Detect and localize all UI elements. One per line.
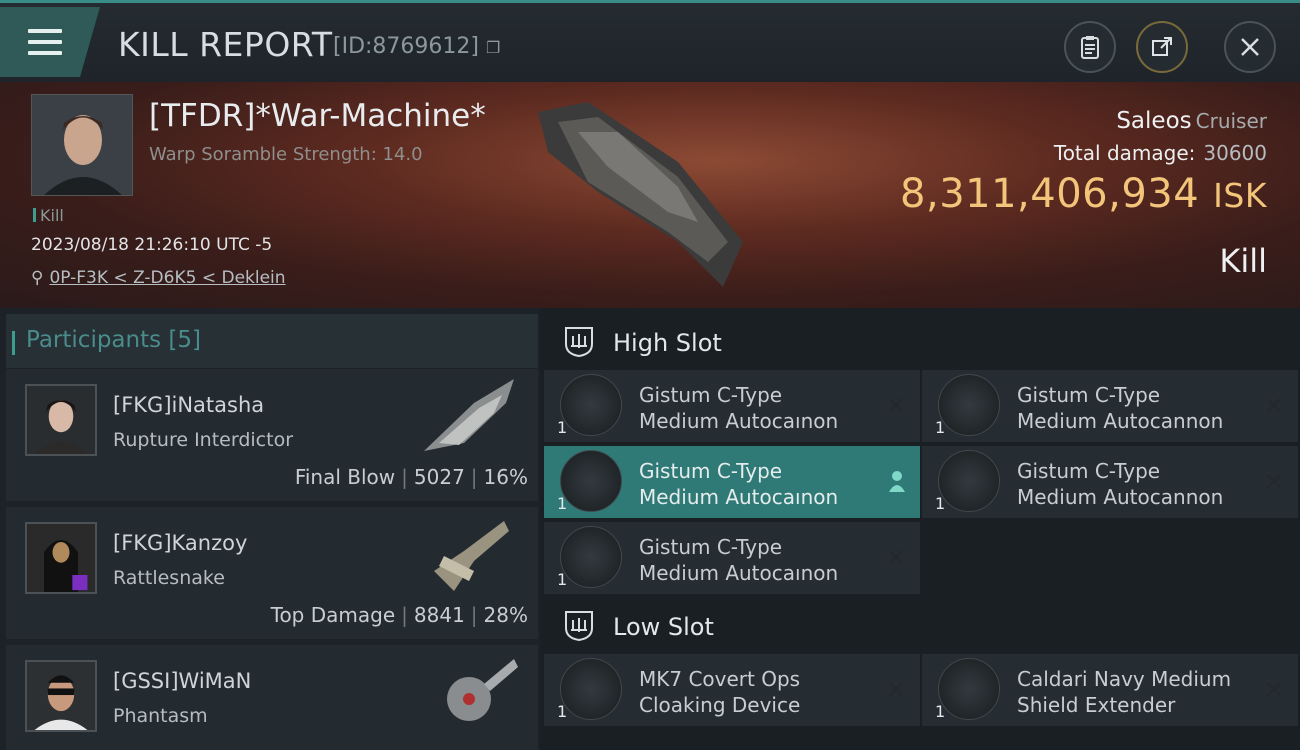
module-item[interactable]: 1 Gistum C-Type Medium Autocaınon ✕: [544, 522, 920, 594]
module-item[interactable]: 1 Gistum C-Type Medium Autocannon ✕: [922, 446, 1298, 518]
location-pin-icon: ⚲: [31, 268, 44, 288]
destroyed-icon: ✕: [1263, 392, 1284, 420]
participant-ship-image: [424, 379, 514, 451]
cloaking-device-icon: [560, 658, 622, 720]
kill-location[interactable]: ⚲ 0P-F3K < Z-D6K5 < Deklein: [31, 268, 286, 288]
high-slot-header: High Slot: [544, 312, 1300, 370]
module-item[interactable]: 1 Gistum C-Type Medium Autocannon ✕: [922, 370, 1298, 442]
autocannon-icon: [938, 374, 1000, 436]
destroyed-icon: ✕: [885, 392, 906, 420]
module-quantity: 1: [935, 494, 946, 513]
module-quantity: 1: [557, 494, 568, 513]
isk-value: 8,311,406,934 ISK: [900, 171, 1267, 217]
share-button[interactable]: [1136, 21, 1188, 73]
module-quantity: 1: [557, 702, 568, 721]
autocannon-icon: [560, 526, 622, 588]
participant-stats: Final Blow | 5027 | 16%: [294, 465, 528, 489]
module-item[interactable]: 1 Caldari Navy Medium Shield Extender ✕: [922, 654, 1298, 726]
victim-name[interactable]: [TFDR]*War-Machine*: [149, 98, 486, 134]
victim-ship-image: [538, 102, 743, 287]
autocannon-icon: [560, 450, 622, 512]
participant-stats: Top Damage | 8841 | 28%: [270, 603, 528, 627]
participant-row[interactable]: [FKG]Kanzoy Rattlesnake Top Damage | 8841 |…: [6, 507, 538, 639]
participants-panel: Participants [5] [FKG]iNatasha Rupture I…: [0, 308, 540, 750]
clipboard-icon: [1081, 36, 1099, 59]
total-damage: Total damage: 30600: [1053, 141, 1267, 165]
header-bar: KILL REPORT [ID:8769612] ❐: [0, 0, 1300, 82]
module-item[interactable]: 1 MK7 Covert Ops Cloaking Device ✕: [544, 654, 920, 726]
module-quantity: 1: [557, 570, 568, 589]
low-slot-label: Low Slot: [613, 613, 714, 641]
module-name: Gistum C-Type Medium Autocaınon: [639, 535, 839, 585]
high-slot-icon: [565, 327, 593, 358]
module-quantity: 1: [935, 702, 946, 721]
destroyed-icon: ✕: [1263, 676, 1284, 704]
destroyed-icon: ✕: [885, 544, 906, 572]
high-slot-label: High Slot: [613, 329, 722, 357]
module-name: Gistum C-Type Medium Autocaınon: [639, 459, 839, 509]
module-name: Caldari Navy Medium Shield Extender: [1017, 667, 1232, 717]
close-button[interactable]: [1224, 21, 1276, 73]
clipboard-button[interactable]: [1064, 21, 1116, 73]
participant-ship-image: [447, 659, 518, 721]
participant-ship: Rattlesnake: [113, 567, 225, 589]
participant-ship: Phantasm: [113, 705, 208, 727]
module-name: Gistum C-Type Medium Autocannon: [1017, 459, 1224, 509]
victim-portrait[interactable]: [31, 94, 133, 196]
participant-row[interactable]: [FKG]iNatasha Rupture Interdictor Final …: [6, 369, 538, 501]
menu-icon: [28, 29, 62, 62]
share-icon: [1152, 37, 1172, 56]
menu-button[interactable]: [0, 7, 100, 77]
autocannon-icon: [938, 450, 1000, 512]
module-item[interactable]: 1 Gistum C-Type Medium Autocaınon ✕: [544, 370, 920, 442]
close-icon: [1241, 38, 1259, 56]
participant-ship-image: [434, 521, 509, 591]
avatar[interactable]: [25, 384, 97, 456]
participant-name: [GSSI]WiMaN: [113, 669, 252, 693]
destroyed-icon: ✕: [885, 676, 906, 704]
autocannon-icon: [560, 374, 622, 436]
victim-ship: Saleos Cruiser: [1116, 108, 1267, 134]
destroyed-icon: ✕: [1263, 468, 1284, 496]
copy-icon[interactable]: ❐: [486, 38, 500, 57]
report-id[interactable]: [ID:8769612] ❐: [333, 34, 500, 59]
module-name: MK7 Covert Ops Cloaking Device: [639, 667, 801, 717]
participants-label: Participants [5]: [12, 327, 201, 355]
low-slot-header: Low Slot: [544, 596, 1300, 654]
participants-header: Participants [5]: [6, 314, 538, 368]
kill-tag: Kill: [33, 206, 64, 225]
person-icon: [889, 471, 905, 492]
participant-row[interactable]: [GSSI]WiMaN Phantasm: [6, 645, 538, 750]
shield-extender-icon: [938, 658, 1000, 720]
victim-summary: [TFDR]*War-Machine* Warp Soramble Streng…: [0, 82, 1300, 308]
module-quantity: 1: [557, 418, 568, 437]
module-name: Gistum C-Type Medium Autocaınon: [639, 383, 839, 433]
participant-name: [FKG]iNatasha: [113, 393, 265, 417]
participant-name: [FKG]Kanzoy: [113, 531, 248, 555]
page-title: KILL REPORT: [118, 25, 333, 64]
module-quantity: 1: [935, 418, 946, 437]
avatar[interactable]: [25, 522, 97, 594]
participant-ship: Rupture Interdictor: [113, 429, 293, 451]
victim-subtitle: Warp Soramble Strength: 14.0: [149, 144, 423, 165]
low-slot-icon: [565, 611, 593, 642]
avatar[interactable]: [25, 660, 97, 732]
kill-datetime: 2023/08/18 21:26:10 UTC -5: [31, 235, 273, 255]
module-item-selected[interactable]: 1 Gistum C-Type Medium Autocaınon: [544, 446, 920, 518]
module-name: Gistum C-Type Medium Autocannon: [1017, 383, 1224, 433]
kill-result: Kill: [1219, 242, 1267, 280]
